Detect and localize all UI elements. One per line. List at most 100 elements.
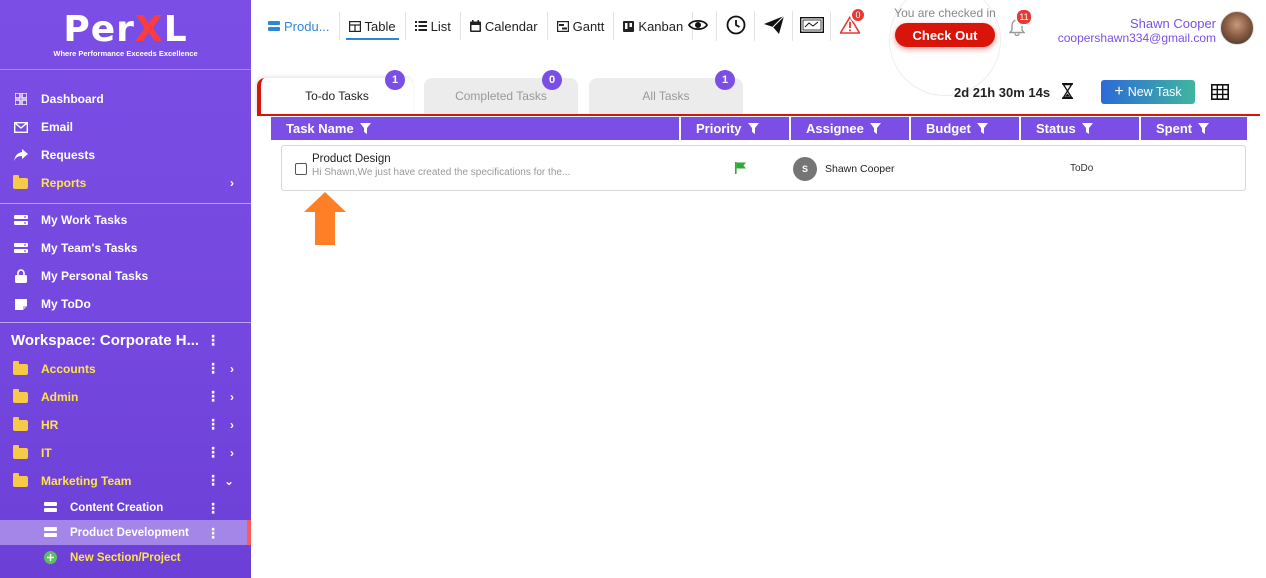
folder-icon <box>13 174 28 191</box>
logo[interactable]: PerXL Where Performance Exceeds Excellen… <box>0 0 251 70</box>
filter-icon[interactable] <box>1081 123 1093 134</box>
task-nav: My Work Tasks My Team's Tasks My Persona… <box>0 206 251 318</box>
column-task-name[interactable]: Task Name <box>271 117 681 140</box>
stack-icon <box>13 213 28 228</box>
share-icon <box>13 148 28 163</box>
chevron-right-icon[interactable]: › <box>230 362 234 376</box>
assignee-name: Shawn Cooper <box>825 163 895 175</box>
plus-icon: + <box>1114 83 1124 100</box>
tab-completed-tasks[interactable]: Completed Tasks 0 <box>424 70 578 114</box>
assignee[interactable]: S Shawn Cooper <box>793 157 894 181</box>
task-checkbox[interactable] <box>295 163 307 175</box>
sidebar-folder-admin[interactable]: Admin ⋮ › <box>0 383 251 411</box>
gantt-icon <box>556 20 569 32</box>
new-task-button[interactable]: + New Task <box>1101 80 1195 104</box>
all-count-badge: 1 <box>715 70 735 90</box>
tab-list[interactable]: List <box>406 12 461 40</box>
todo-count-badge: 1 <box>385 70 405 90</box>
calendar-icon <box>469 20 481 32</box>
chevron-right-icon[interactable]: › <box>230 446 234 460</box>
board-button[interactable] <box>793 11 831 41</box>
sidebar-project-content-creation[interactable]: Content Creation ⋮ <box>0 495 251 520</box>
kebab-menu-icon[interactable]: ⋮ <box>206 416 220 433</box>
sidebar-item-requests[interactable]: Requests <box>0 141 251 169</box>
filter-icon[interactable] <box>747 123 759 134</box>
whiteboard-icon <box>799 16 824 36</box>
sidebar-folder-hr[interactable]: HR ⋮ › <box>0 411 251 439</box>
eye-icon <box>687 18 708 35</box>
user-email: coopershawn334@gmail.com <box>1057 31 1216 45</box>
tab-project[interactable]: Produ... <box>259 12 340 40</box>
kebab-menu-icon[interactable]: ⋮ <box>206 388 220 405</box>
chevron-right-icon[interactable]: › <box>230 418 234 432</box>
kebab-menu-icon[interactable]: ⋮ <box>206 472 220 489</box>
check-out-button[interactable]: Check Out <box>895 23 995 47</box>
column-budget[interactable]: Budget <box>911 117 1021 140</box>
chevron-down-icon[interactable]: ⌄ <box>224 474 234 488</box>
tab-calendar[interactable]: Calendar <box>461 12 548 40</box>
send-button[interactable] <box>755 11 793 41</box>
sidebar-item-my-teams-tasks[interactable]: My Team's Tasks <box>0 234 251 262</box>
watch-button[interactable] <box>679 11 717 41</box>
filter-icon[interactable] <box>1198 123 1210 134</box>
priority-flag-icon[interactable] <box>735 162 746 177</box>
kanban-icon <box>623 20 635 32</box>
folder-icon <box>13 360 28 377</box>
elapsed-timer: 2d 21h 30m 14s <box>954 83 1074 102</box>
kebab-menu-icon[interactable]: ⋮ <box>206 500 220 517</box>
kebab-menu-icon[interactable]: ⋮ <box>206 444 220 461</box>
folder-icon <box>13 416 28 433</box>
column-settings-button[interactable] <box>1211 84 1229 103</box>
folder-icon <box>13 388 28 405</box>
list-icon <box>414 21 427 31</box>
new-section-project-button[interactable]: New Section/Project <box>0 545 251 570</box>
sidebar-item-my-work-tasks[interactable]: My Work Tasks <box>0 206 251 234</box>
top-bar: Produ... Table List Calendar Gantt Kanba… <box>251 0 1266 96</box>
tab-todo-tasks[interactable]: To-do Tasks 1 <box>257 70 413 114</box>
filter-icon[interactable] <box>976 123 988 134</box>
note-icon <box>13 297 28 312</box>
logo-tagline: Where Performance Exceeds Excellence <box>53 48 198 58</box>
table-row[interactable]: Product Design Hi Shawn,We just have cre… <box>281 145 1246 191</box>
filter-icon[interactable] <box>869 123 881 134</box>
tab-table[interactable]: Table <box>340 12 406 40</box>
workspace-title[interactable]: Workspace: Corporate H... ⋮ <box>0 325 251 355</box>
toolbar-icons: 0 <box>679 7 869 41</box>
stack-icon <box>268 21 280 31</box>
column-assignee[interactable]: Assignee <box>791 117 911 140</box>
sidebar-item-my-personal-tasks[interactable]: My Personal Tasks <box>0 262 251 290</box>
sidebar: PerXL Where Performance Exceeds Excellen… <box>0 0 251 578</box>
sidebar-project-product-development[interactable]: Product Development ⋮ <box>0 520 251 545</box>
column-status[interactable]: Status <box>1021 117 1141 140</box>
alerts-button[interactable]: 0 <box>831 7 869 41</box>
column-spent[interactable]: Spent <box>1141 117 1247 140</box>
completed-count-badge: 0 <box>542 70 562 90</box>
checkin-status: You are checked in <box>894 6 996 20</box>
time-button[interactable] <box>717 11 755 41</box>
user-info[interactable]: Shawn Cooper coopershawn334@gmail.com <box>1058 16 1216 45</box>
sidebar-folder-marketing-team[interactable]: Marketing Team ⋮ ⌄ <box>0 467 251 495</box>
status-text[interactable]: ToDo <box>1070 163 1093 174</box>
sidebar-item-email[interactable]: Email <box>0 113 251 141</box>
paper-plane-icon <box>763 15 784 37</box>
avatar[interactable] <box>1220 11 1254 45</box>
kebab-menu-icon[interactable]: ⋮ <box>206 332 220 349</box>
lock-icon <box>13 269 28 284</box>
kebab-menu-icon[interactable]: ⋮ <box>206 360 220 377</box>
sidebar-folder-it[interactable]: IT ⋮ › <box>0 439 251 467</box>
column-priority[interactable]: Priority <box>681 117 791 140</box>
sidebar-item-my-todo[interactable]: My ToDo <box>0 290 251 318</box>
filter-icon[interactable] <box>359 123 371 134</box>
stack-icon <box>13 241 28 256</box>
pointer-arrow-icon <box>304 192 346 248</box>
tab-gantt[interactable]: Gantt <box>548 12 615 40</box>
task-title[interactable]: Product Design <box>312 153 391 165</box>
sidebar-folder-accounts[interactable]: Accounts ⋮ › <box>0 355 251 383</box>
notifications-button[interactable]: 11 <box>1008 8 1033 39</box>
sidebar-item-reports[interactable]: Reports › <box>0 169 251 197</box>
sidebar-item-dashboard[interactable]: Dashboard <box>0 85 251 113</box>
table-header: Task Name Priority Assignee Budget Statu… <box>271 117 1247 140</box>
kebab-menu-icon[interactable]: ⋮ <box>206 525 220 542</box>
tab-all-tasks[interactable]: All Tasks 1 <box>589 70 743 114</box>
chevron-right-icon[interactable]: › <box>230 390 234 404</box>
